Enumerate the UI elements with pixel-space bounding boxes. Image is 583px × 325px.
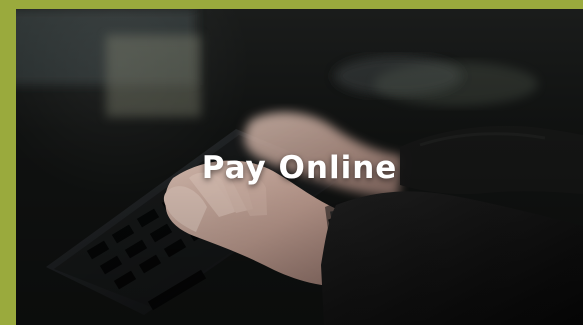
pay-online-title: Pay Online <box>201 150 398 186</box>
page-frame: Pay Online <box>0 0 583 325</box>
pay-online-card[interactable]: Pay Online <box>16 9 583 325</box>
